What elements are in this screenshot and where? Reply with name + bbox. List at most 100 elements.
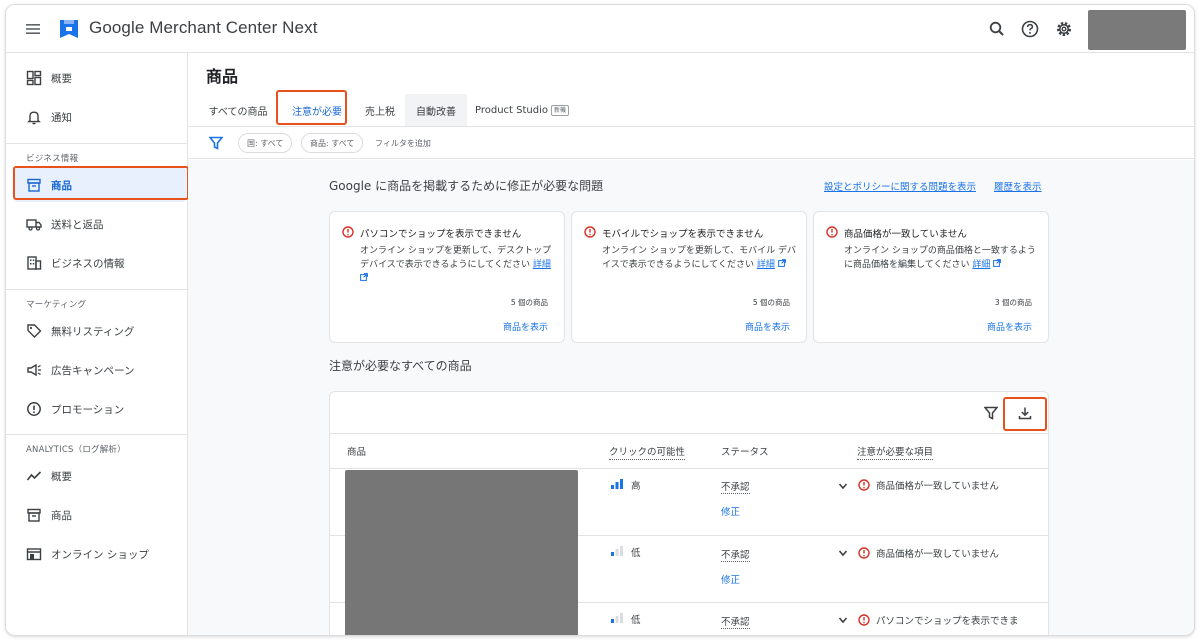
column-header-click-potential[interactable]: クリックの可能性 bbox=[609, 444, 686, 460]
product-box-icon bbox=[27, 178, 41, 192]
tab-label: Product Studio bbox=[474, 104, 548, 116]
issue-text: 商品価格が一致していません bbox=[876, 549, 999, 560]
details-link[interactable]: 詳細 bbox=[972, 260, 990, 270]
truck-icon bbox=[26, 219, 42, 231]
sidebar-item-label: 概要 bbox=[51, 470, 72, 483]
all-products-title: 注意が必要なすべての商品 bbox=[329, 359, 472, 373]
top-app-bar: Google Merchant Center Next bbox=[6, 5, 1194, 53]
card-description: オンライン ショップを更新して、モバイル デバイスで表示できるようにしてください… bbox=[602, 244, 798, 272]
table-toolbar bbox=[330, 392, 1048, 434]
trend-icon bbox=[26, 471, 42, 481]
tab-auto-improvements[interactable]: 自動改善 bbox=[405, 94, 467, 126]
product-count: 5 個の商品 bbox=[510, 298, 548, 307]
sidebar-item-label: 通知 bbox=[51, 111, 72, 124]
tab-all-products[interactable]: すべての商品 bbox=[199, 94, 277, 126]
column-header-status[interactable]: ステータス bbox=[721, 444, 769, 458]
error-icon bbox=[858, 547, 870, 559]
external-link-icon bbox=[993, 259, 1002, 267]
chevron-down-icon[interactable] bbox=[838, 481, 848, 491]
external-link-icon bbox=[360, 273, 368, 281]
sidebar-item-label: 広告キャンペーン bbox=[51, 364, 135, 377]
menu-icon[interactable] bbox=[24, 20, 42, 38]
card-description: オンライン ショップを更新して、デスクトップ デバイスで表示できるようにしてくだ… bbox=[360, 244, 556, 286]
promotion-icon bbox=[27, 402, 41, 416]
sidebar-item-products[interactable]: 商品 bbox=[14, 168, 186, 202]
help-icon[interactable] bbox=[1020, 19, 1040, 39]
sidebar-item-business-info[interactable]: ビジネスの情報 bbox=[6, 246, 188, 280]
archive-icon bbox=[27, 508, 41, 522]
building-icon bbox=[27, 256, 42, 270]
external-link-icon bbox=[777, 259, 786, 267]
status-text: 不承認 bbox=[721, 479, 750, 494]
fix-link[interactable]: 修正 bbox=[721, 572, 740, 586]
column-header-product[interactable]: 商品 bbox=[347, 444, 366, 458]
issue-text: 商品価格が一致していません bbox=[876, 481, 999, 492]
tab-sales-tax[interactable]: 売上税 bbox=[356, 94, 404, 126]
column-header-attention[interactable]: 注意が必要な項目 bbox=[857, 444, 934, 460]
click-level: 高 bbox=[631, 481, 641, 492]
policy-issues-link[interactable]: 設定とポリシーに関する問題を表示 bbox=[824, 179, 976, 193]
sidebar-item-label: ビジネスの情報 bbox=[51, 257, 125, 270]
section-label-marketing: マーケティング bbox=[26, 300, 87, 310]
sidebar-item-notifications[interactable]: 通知 bbox=[6, 100, 188, 134]
sidebar-item-shipping[interactable]: 送料と返品 bbox=[6, 207, 188, 241]
app-window: Google Merchant Center Next 概要 通知 ビジネス情報… bbox=[5, 4, 1195, 636]
sidebar-item-ad-campaigns[interactable]: 広告キャンペーン bbox=[6, 353, 188, 387]
card-desc-text: オンライン ショップを更新して、デスクトップ デバイスで表示できるようにしてくだ… bbox=[360, 246, 552, 270]
details-link[interactable]: 詳細 bbox=[757, 260, 775, 270]
sidebar-item-online-store[interactable]: オンライン ショップ bbox=[6, 537, 188, 571]
sidebar-item-analytics-overview[interactable]: 概要 bbox=[6, 459, 188, 493]
row-divider bbox=[330, 468, 1048, 469]
filter-icon[interactable] bbox=[984, 406, 998, 420]
product-count: 3 個の商品 bbox=[994, 298, 1032, 307]
history-link[interactable]: 履歴を表示 bbox=[994, 179, 1042, 193]
card-title: 商品価格が一致していません bbox=[844, 229, 967, 240]
details-link[interactable]: 詳細 bbox=[533, 260, 551, 270]
merchant-logo-icon[interactable] bbox=[58, 17, 80, 41]
click-potential-bars-icon bbox=[611, 546, 623, 556]
product-image-redacted bbox=[345, 470, 578, 635]
sidebar-item-label: 送料と返品 bbox=[51, 218, 104, 231]
settings-icon[interactable] bbox=[1054, 19, 1074, 39]
sidebar-item-label: 商品 bbox=[51, 179, 72, 192]
sidebar-item-analytics-products[interactable]: 商品 bbox=[6, 498, 188, 532]
sidebar-item-label: 商品 bbox=[51, 509, 72, 522]
click-level: 低 bbox=[631, 615, 641, 626]
sidebar-item-free-listings[interactable]: 無料リスティング bbox=[6, 314, 188, 348]
search-icon[interactable] bbox=[987, 19, 1007, 39]
sidebar-item-label: 概要 bbox=[51, 72, 72, 85]
account-avatar[interactable] bbox=[1088, 10, 1186, 50]
download-icon[interactable] bbox=[1017, 405, 1033, 421]
issue-card: パソコンでショップを表示できません オンライン ショップを更新して、デスクトップ… bbox=[329, 211, 565, 343]
tab-label: すべての商品 bbox=[208, 106, 268, 118]
tab-product-studio[interactable]: Product Studio 新機 bbox=[471, 94, 573, 126]
section-label-analytics: ANALYTICS（ログ解析） bbox=[26, 445, 126, 455]
filter-chip-country[interactable]: 国: すべて bbox=[238, 133, 293, 153]
issue-card: モバイルでショップを表示できません オンライン ショップを更新して、モバイル デ… bbox=[571, 211, 807, 343]
store-icon bbox=[26, 548, 42, 561]
issue-card: 商品価格が一致していません オンライン ショップの商品価格と一致するように商品価… bbox=[813, 211, 1049, 343]
view-products-link[interactable]: 商品を表示 bbox=[503, 320, 548, 333]
tab-label: 売上税 bbox=[365, 106, 395, 118]
filter-chip-product[interactable]: 商品: すべて bbox=[301, 133, 364, 153]
sidebar-item-overview[interactable]: 概要 bbox=[6, 61, 188, 95]
chevron-down-icon[interactable] bbox=[838, 615, 848, 625]
sidebar: 概要 通知 ビジネス情報 商品 送料と返品 ビジネスの情報 マーケティング 無料… bbox=[6, 53, 189, 635]
tab-needs-attention[interactable]: 注意が必要 bbox=[283, 94, 351, 126]
sidebar-item-promotions[interactable]: プロモーション bbox=[6, 392, 188, 426]
fix-link[interactable]: 修正 bbox=[721, 504, 740, 518]
chevron-down-icon[interactable] bbox=[838, 548, 848, 558]
view-products-link[interactable]: 商品を表示 bbox=[987, 320, 1032, 333]
chip-label: 国: すべて bbox=[247, 138, 284, 148]
sidebar-item-label: オンライン ショップ bbox=[51, 548, 149, 561]
add-filter-button[interactable]: フィルタを追加 bbox=[375, 138, 431, 149]
click-potential-bars-icon bbox=[611, 479, 623, 489]
card-description: オンライン ショップの商品価格と一致するように商品価格を編集してください 詳細 bbox=[844, 244, 1040, 272]
error-icon bbox=[858, 479, 870, 491]
chip-label: 商品: すべて bbox=[310, 138, 355, 148]
sidebar-item-label: 無料リスティング bbox=[51, 325, 135, 338]
section-label-business: ビジネス情報 bbox=[26, 154, 79, 164]
filter-icon[interactable] bbox=[209, 136, 223, 150]
card-desc-text: オンライン ショップの商品価格と一致するように商品価格を編集してください bbox=[844, 246, 1036, 270]
view-products-link[interactable]: 商品を表示 bbox=[745, 320, 790, 333]
